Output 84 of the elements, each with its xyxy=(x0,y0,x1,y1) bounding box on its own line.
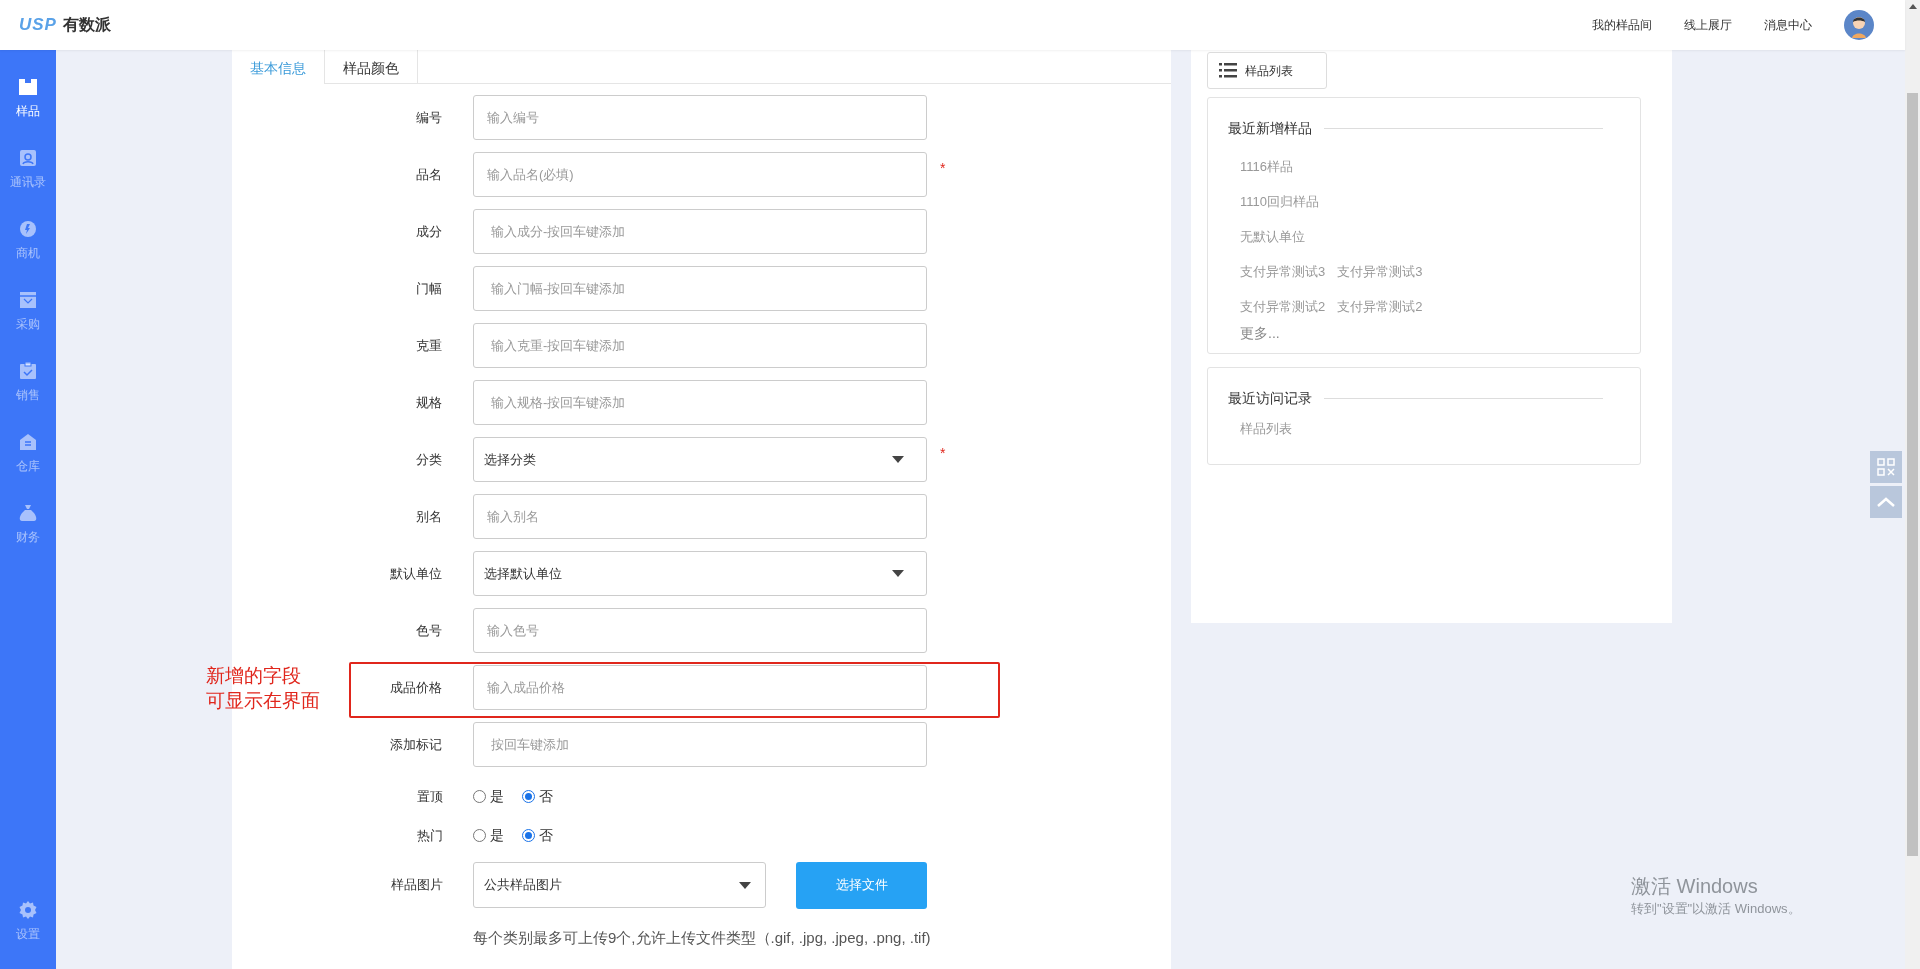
activation-hint: 转到"设置"以激活 Windows。 xyxy=(1631,900,1801,918)
field-label: 样品图片 xyxy=(390,876,443,895)
back-to-top-button[interactable] xyxy=(1870,486,1902,518)
sample-list-button[interactable]: 样品列表 xyxy=(1207,52,1327,89)
field-label: 门幅 xyxy=(415,279,443,298)
field-label: 热门 xyxy=(416,826,443,845)
field-label: 添加标记 xyxy=(389,735,443,754)
bulb-icon xyxy=(19,220,37,238)
input-field[interactable]: 输入品名(必填) xyxy=(473,152,927,197)
input-field[interactable]: 输入克重-按回车键添加 xyxy=(473,323,927,368)
recent-item-link[interactable]: 支付异常测试3 xyxy=(1337,261,1423,282)
scroll-up-icon xyxy=(1908,4,1917,9)
nav-link[interactable]: 我的样品间 xyxy=(1592,16,1652,34)
qr-code-icon xyxy=(1877,458,1895,476)
choose-file-button[interactable]: 选择文件 xyxy=(796,861,927,909)
recent-item-link[interactable]: 支付异常测试2 xyxy=(1240,296,1326,317)
recent-item-link[interactable]: 1116样品 xyxy=(1240,156,1293,177)
input-field[interactable]: 输入规格-按回车键添加 xyxy=(473,380,927,425)
activation-title: 激活 Windows xyxy=(1631,874,1759,899)
chevron-up-icon xyxy=(1877,497,1895,507)
house-icon xyxy=(19,433,37,451)
money-bag-icon xyxy=(18,504,38,522)
input-field[interactable]: 输入编号 xyxy=(473,95,927,140)
settings-item[interactable]: 设置 xyxy=(16,901,40,943)
dropdown-caret-icon xyxy=(739,881,751,889)
field-label: 色号 xyxy=(415,621,443,640)
sidebar-item[interactable]: 销售 xyxy=(0,362,56,433)
radio-option[interactable]: 否 xyxy=(522,825,553,846)
qr-code-button[interactable] xyxy=(1870,451,1902,483)
input-field[interactable]: 输入门幅-按回车键添加 xyxy=(473,266,927,311)
card-title: 最近访问记录 xyxy=(1228,389,1312,408)
input-field[interactable]: 输入成分-按回车键添加 xyxy=(473,209,927,254)
field-label: 置顶 xyxy=(416,787,443,806)
list-icon xyxy=(1219,63,1237,78)
field-label: 编号 xyxy=(415,108,443,127)
field-label: 成分 xyxy=(415,222,443,241)
logo-mark: USP xyxy=(19,14,57,37)
required-mark: * xyxy=(940,444,946,463)
upload-note: 每个类别最多可上传9个,允许上传文件类型（.gif, .jpg, .jpeg, .png, .tif) xyxy=(473,928,932,948)
input-field[interactable]: 按回车键添加 xyxy=(473,722,927,767)
input-field[interactable]: 输入成品价格 xyxy=(473,665,927,710)
tab[interactable]: 样品颜色 xyxy=(324,50,418,84)
logo-text: 有数派 xyxy=(62,15,111,35)
radio-option[interactable]: 是 xyxy=(473,825,504,846)
card-title: 最近新增样品 xyxy=(1228,119,1312,138)
clipboard-icon xyxy=(19,362,37,380)
radio-option[interactable]: 否 xyxy=(522,786,553,807)
select-field[interactable]: 选择分类 xyxy=(473,437,927,482)
recent-item-link[interactable]: 支付异常测试3 xyxy=(1240,261,1326,282)
radio-option[interactable]: 是 xyxy=(473,786,504,807)
dropdown-caret-icon xyxy=(892,456,904,463)
field-label: 规格 xyxy=(415,393,443,412)
field-label: 克重 xyxy=(415,336,443,355)
visit-item-link[interactable]: 样品列表 xyxy=(1240,419,1292,439)
sidebar-item[interactable]: 仓库 xyxy=(0,433,56,504)
required-mark: * xyxy=(940,159,946,178)
nav-link[interactable]: 消息中心 xyxy=(1764,16,1812,34)
field-label: 分类 xyxy=(415,450,443,469)
field-label: 默认单位 xyxy=(389,564,443,583)
sidebar-item[interactable]: 通讯录 xyxy=(0,149,56,220)
recent-item-link[interactable]: 无默认单位 xyxy=(1240,226,1305,247)
sidebar-item[interactable]: 财务 xyxy=(0,504,56,575)
box-icon xyxy=(18,78,38,96)
sidebar-item[interactable]: 采购 xyxy=(0,291,56,362)
contact-icon xyxy=(19,149,37,167)
more-link[interactable]: 更多... xyxy=(1240,324,1280,342)
scrollbar-thumb[interactable] xyxy=(1907,93,1918,856)
recent-item-link[interactable]: 支付异常测试2 xyxy=(1337,296,1423,317)
input-field[interactable]: 输入别名 xyxy=(473,494,927,539)
field-label: 成品价格 xyxy=(389,678,443,697)
nav-link[interactable]: 线上展厅 xyxy=(1684,16,1732,34)
settings-icon xyxy=(19,901,37,919)
avatar-icon[interactable] xyxy=(1844,10,1874,40)
basket-icon xyxy=(19,291,37,309)
input-field[interactable]: 输入色号 xyxy=(473,608,927,653)
select-field[interactable]: 公共样品图片 xyxy=(473,862,766,908)
dropdown-caret-icon xyxy=(892,570,904,577)
select-field[interactable]: 选择默认单位 xyxy=(473,551,927,596)
recent-item-link[interactable]: 1110回归样品 xyxy=(1240,191,1319,212)
field-label: 品名 xyxy=(415,165,443,184)
field-label: 别名 xyxy=(415,507,443,526)
annotation-text: 新增的字段 可显示在界面 xyxy=(206,664,320,713)
sidebar-item[interactable]: 样品 xyxy=(0,78,56,149)
sidebar-item[interactable]: 商机 xyxy=(0,220,56,291)
